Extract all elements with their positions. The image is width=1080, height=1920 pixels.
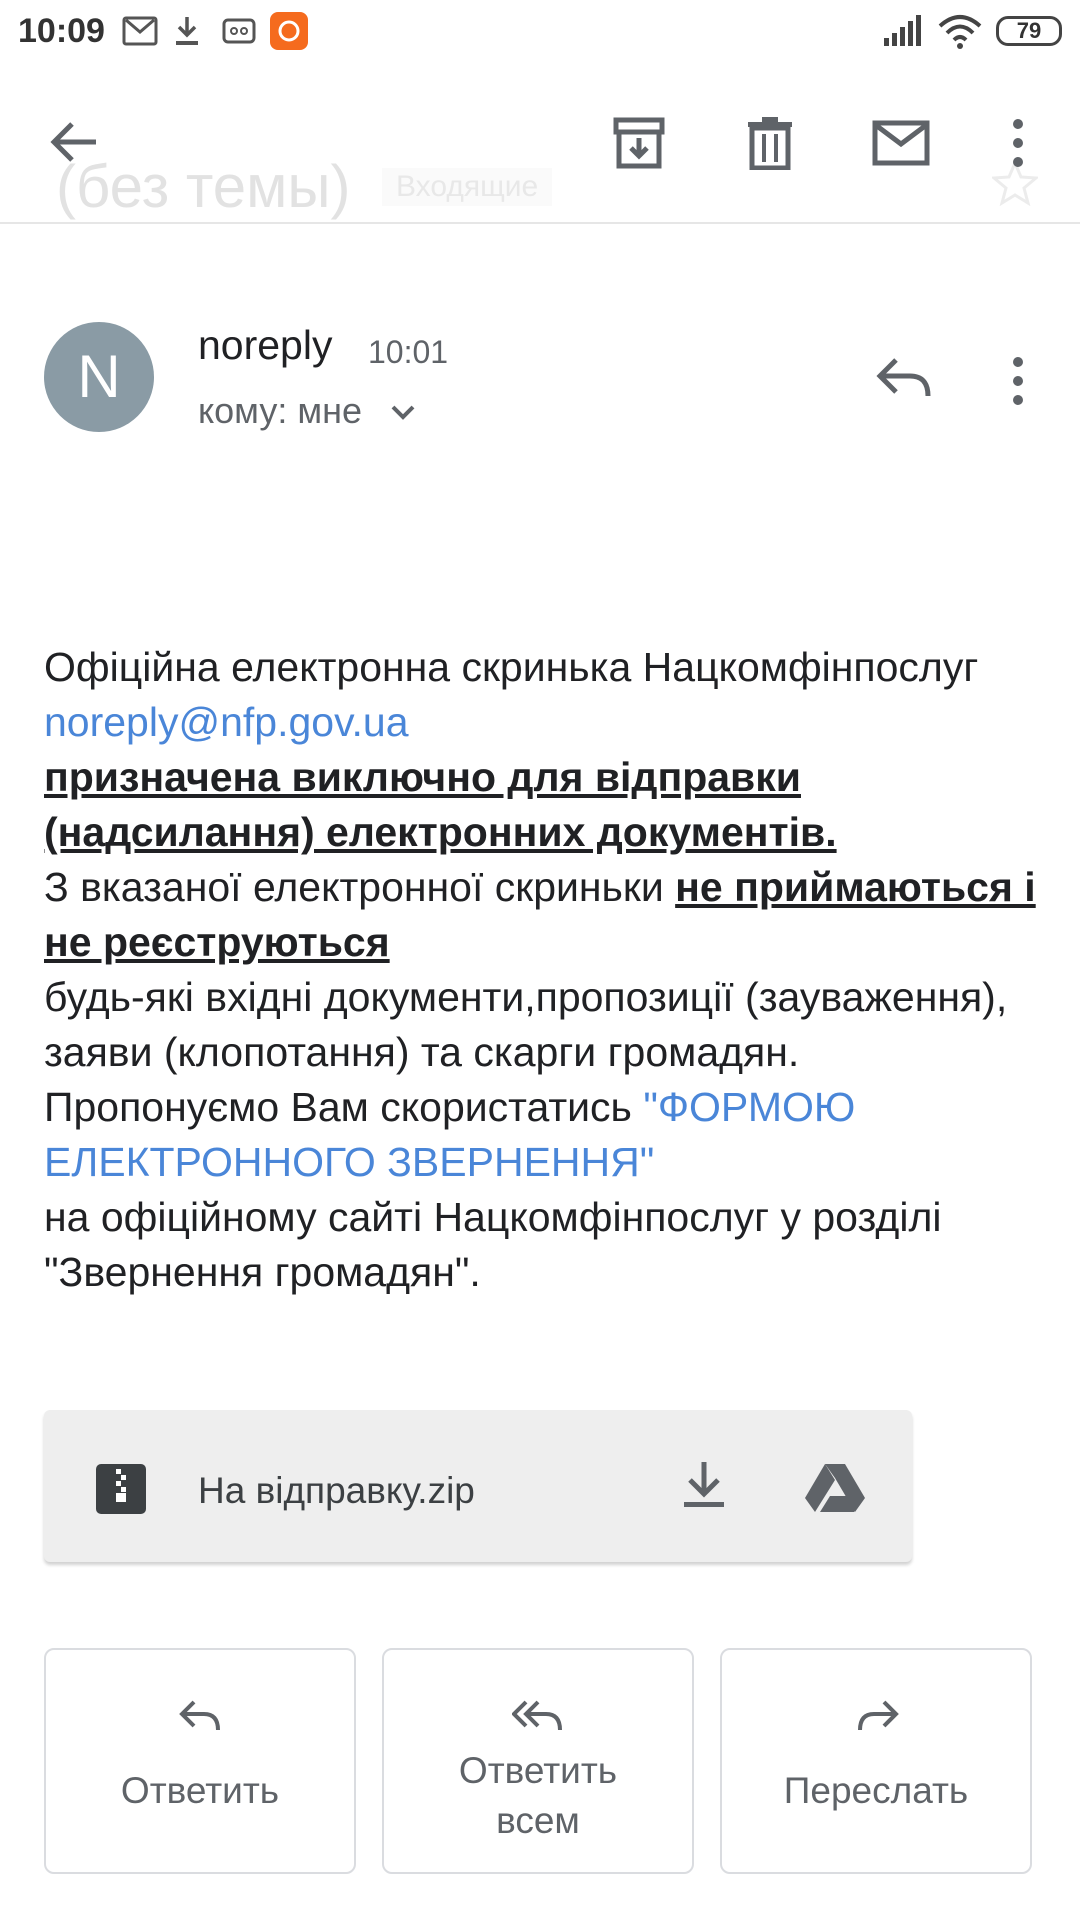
- status-bar: 10:09 79: [0, 0, 1080, 66]
- recipient-details[interactable]: кому: мне: [198, 390, 416, 432]
- battery-icon: 79: [996, 16, 1062, 46]
- body-text: Пропонуємо Вам скористатись: [44, 1084, 644, 1130]
- forward-button[interactable]: Переслать: [720, 1648, 1032, 1874]
- forward-label: Переслать: [783, 1770, 969, 1811]
- body-bold-text: призначена виключно для відправки (надси…: [44, 754, 837, 855]
- body-text: будь-які вхідні документи,пропозиції (за…: [44, 974, 1008, 1075]
- back-arrow-icon[interactable]: [46, 114, 102, 170]
- email-body: Офіційна електронна скринька Нацкомфінпо…: [44, 640, 1044, 1300]
- body-text: Офіційна електронна скринька Нацкомфінпо…: [44, 644, 979, 690]
- reply-icon[interactable]: [876, 356, 932, 400]
- gmail-icon: [122, 14, 158, 48]
- battery-level: 79: [1016, 18, 1042, 43]
- download-icon: [172, 14, 202, 48]
- attachment-card[interactable]: [44, 1410, 912, 1562]
- delete-icon[interactable]: [746, 116, 794, 170]
- email-link[interactable]: noreply@nfp.gov.ua: [44, 699, 409, 745]
- mark-unread-icon[interactable]: [872, 120, 930, 166]
- voicemail-icon: [222, 14, 256, 48]
- body-text: З вказаної електронної скриньки: [44, 864, 676, 910]
- mi-app-icon: [270, 12, 308, 50]
- zip-file-icon: [96, 1464, 146, 1514]
- drive-icon[interactable]: [804, 1462, 866, 1514]
- wifi-icon: [938, 14, 982, 50]
- more-vert-icon[interactable]: [1008, 356, 1028, 406]
- reply-all-label: Ответить всем: [458, 1750, 618, 1841]
- forward-icon: [856, 1698, 900, 1734]
- more-vert-icon[interactable]: [1008, 118, 1028, 168]
- reply-all-button[interactable]: Ответить всем: [382, 1648, 694, 1874]
- reply-icon: [178, 1698, 222, 1734]
- message-time: 10:01: [368, 334, 449, 370]
- download-icon[interactable]: [682, 1460, 726, 1510]
- sender-name: noreply: [198, 322, 333, 368]
- inbox-label: Входящие: [382, 168, 553, 206]
- reply-all-icon: [512, 1698, 564, 1734]
- archive-icon[interactable]: [612, 116, 666, 170]
- chevron-down-icon[interactable]: [390, 404, 416, 422]
- recipient-text: кому: мне: [198, 390, 362, 431]
- status-time: 10:09: [18, 12, 105, 50]
- signal-icon: [882, 14, 924, 48]
- avatar[interactable]: N: [44, 322, 154, 432]
- body-text: на офіційному сайті Нацкомфінпослуг у ро…: [44, 1194, 942, 1295]
- attachment-filename: На відправку.zip: [198, 1470, 475, 1511]
- reply-label: Ответить: [120, 1770, 280, 1811]
- reply-button[interactable]: Ответить: [44, 1648, 356, 1874]
